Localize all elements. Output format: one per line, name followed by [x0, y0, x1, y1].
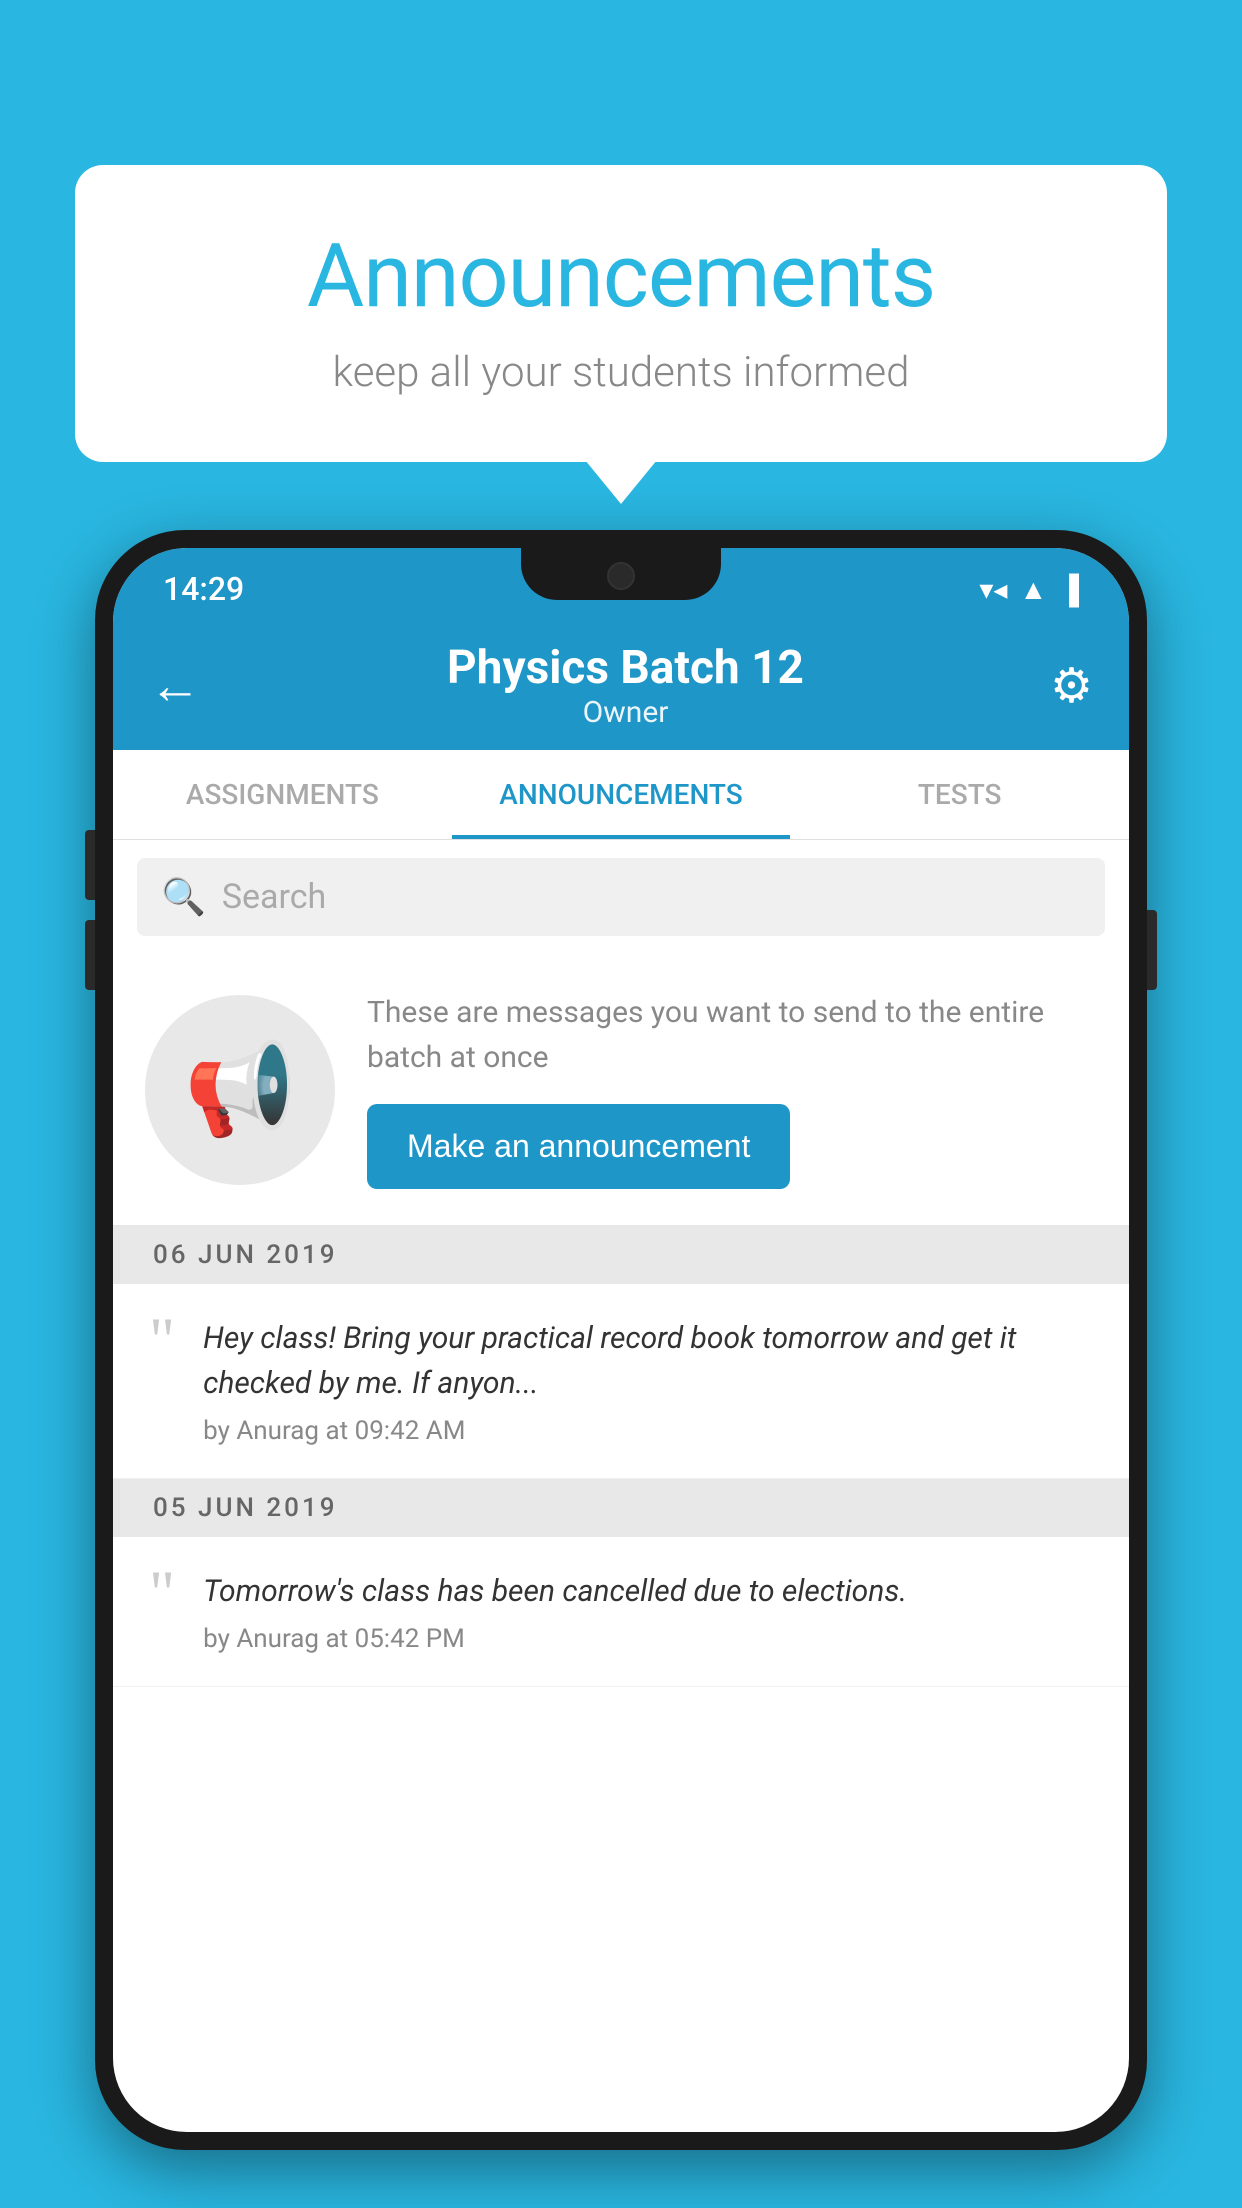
- announcement-text-1: Hey class! Bring your practical record b…: [203, 1316, 1093, 1406]
- bubble-subtitle: keep all your students informed: [145, 348, 1097, 397]
- tab-bar: ASSIGNMENTS ANNOUNCEMENTS TESTS: [113, 750, 1129, 840]
- app-bar-subtitle: Owner: [201, 695, 1050, 730]
- megaphone-icon-circle: 📢: [145, 995, 335, 1185]
- phone-notch: [521, 548, 721, 600]
- volume-down-button: [85, 920, 95, 990]
- status-time: 14:29: [163, 570, 244, 608]
- power-button: [1147, 910, 1157, 990]
- make-announcement-button[interactable]: Make an announcement: [367, 1104, 790, 1189]
- back-button[interactable]: ←: [149, 655, 201, 716]
- signal-icon: ▲: [1019, 573, 1047, 606]
- status-icons: ▾◂ ▲ ▐: [979, 573, 1079, 606]
- app-bar-title-section: Physics Batch 12 Owner: [201, 641, 1050, 730]
- speech-bubble-container: Announcements keep all your students inf…: [75, 165, 1167, 462]
- phone-screen: 14:29 ▾◂ ▲ ▐ ← Physics Batch 12 Owner ⚙: [113, 548, 1129, 2132]
- date-separator-june6: 06 JUN 2019: [113, 1226, 1129, 1284]
- search-placeholder: Search: [222, 877, 326, 917]
- phone-outer: 14:29 ▾◂ ▲ ▐ ← Physics Batch 12 Owner ⚙: [95, 530, 1147, 2150]
- announcement-content-2: Tomorrow's class has been cancelled due …: [203, 1569, 1093, 1654]
- app-bar: ← Physics Batch 12 Owner ⚙: [113, 620, 1129, 750]
- search-input-wrapper[interactable]: 🔍 Search: [137, 858, 1105, 936]
- announcement-item-1[interactable]: " Hey class! Bring your practical record…: [113, 1284, 1129, 1479]
- quote-icon-1: ": [149, 1308, 175, 1372]
- tab-assignments[interactable]: ASSIGNMENTS: [113, 750, 452, 839]
- phone-container: 14:29 ▾◂ ▲ ▐ ← Physics Batch 12 Owner ⚙: [95, 530, 1147, 2208]
- bubble-title: Announcements: [145, 225, 1097, 328]
- announcement-content-1: Hey class! Bring your practical record b…: [203, 1316, 1093, 1446]
- quote-icon-2: ": [149, 1561, 175, 1625]
- speech-bubble: Announcements keep all your students inf…: [75, 165, 1167, 462]
- promo-right: These are messages you want to send to t…: [367, 990, 1097, 1189]
- app-bar-title: Physics Batch 12: [201, 641, 1050, 695]
- announcement-meta-1: by Anurag at 09:42 AM: [203, 1416, 1093, 1446]
- search-icon: 🔍: [161, 876, 206, 918]
- tab-announcements[interactable]: ANNOUNCEMENTS: [452, 750, 791, 839]
- date-separator-june5: 05 JUN 2019: [113, 1479, 1129, 1537]
- wifi-icon: ▾◂: [979, 573, 1007, 606]
- settings-icon[interactable]: ⚙: [1050, 657, 1093, 714]
- announcement-item-2[interactable]: " Tomorrow's class has been cancelled du…: [113, 1537, 1129, 1687]
- promo-description: These are messages you want to send to t…: [367, 990, 1097, 1080]
- tab-tests[interactable]: TESTS: [790, 750, 1129, 839]
- search-container: 🔍 Search: [113, 840, 1129, 954]
- megaphone-icon: 📢: [184, 1037, 296, 1142]
- announcement-text-2: Tomorrow's class has been cancelled due …: [203, 1569, 1093, 1614]
- front-camera: [607, 562, 635, 590]
- promo-block: 📢 These are messages you want to send to…: [113, 954, 1129, 1226]
- battery-icon: ▐: [1059, 573, 1079, 606]
- content-area: 🔍 Search 📢 These are messages you want t…: [113, 840, 1129, 1687]
- volume-up-button: [85, 830, 95, 900]
- announcement-meta-2: by Anurag at 05:42 PM: [203, 1624, 1093, 1654]
